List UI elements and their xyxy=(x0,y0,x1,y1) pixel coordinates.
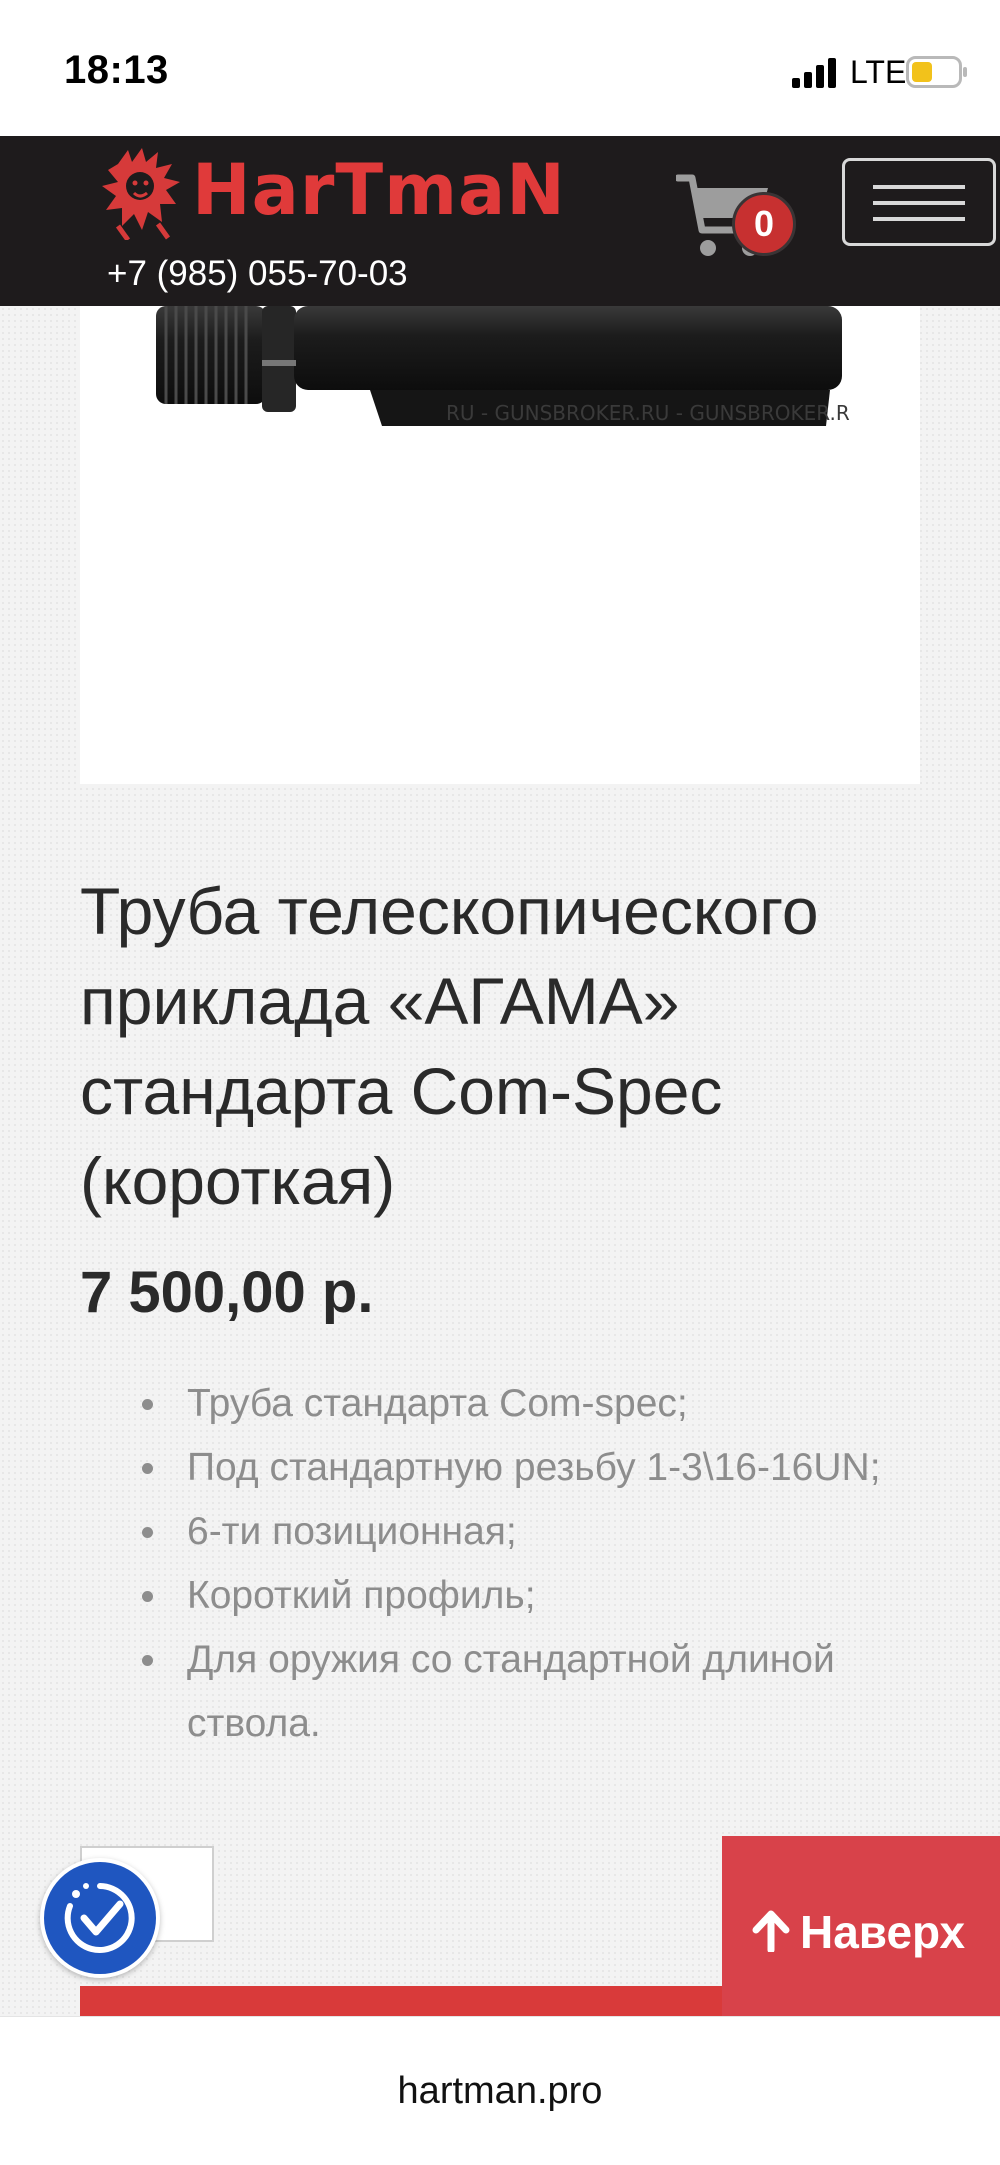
product-price: 7 500,00 р. xyxy=(80,1260,374,1325)
product-features-list: Труба стандарта Com-spec; Под стандартну… xyxy=(80,1372,920,1756)
battery-icon xyxy=(906,56,967,88)
browser-address-bar[interactable]: hartman.pro xyxy=(0,2016,1000,2165)
browser-url[interactable]: hartman.pro xyxy=(0,2069,1000,2113)
feature-item: Для оружия со стандартной длиной ствола. xyxy=(80,1628,920,1756)
scroll-to-top-button[interactable]: Наверх xyxy=(722,1836,1000,2016)
feature-item: Труба стандарта Com-spec; xyxy=(80,1372,920,1436)
feature-item: 6-ти позиционная; xyxy=(80,1500,920,1564)
product-photo[interactable]: RU - GUNSBROKER.RU - GUNSBROKER.RU xyxy=(150,306,850,436)
accessibility-icon xyxy=(64,1883,135,1953)
lion-logo-icon[interactable] xyxy=(98,146,188,240)
feature-item: Короткий профиль; xyxy=(80,1564,920,1628)
product-title: Труба телескопического приклада «АГАМА» … xyxy=(80,874,819,1218)
signal-icon xyxy=(792,58,836,88)
status-time: 18:13 xyxy=(64,48,169,92)
page: 18:13 LTE HarTmaN +7 (985) 055-70-03 0 R… xyxy=(0,0,1000,2165)
product-image-card: RU - GUNSBROKER.RU - GUNSBROKER.RU xyxy=(80,306,920,784)
header-phone-link[interactable]: +7 (985) 055-70-03 xyxy=(107,254,408,294)
cart-count-badge: 0 xyxy=(732,192,796,256)
brand-name[interactable]: HarTmaN xyxy=(192,150,566,230)
site-header: HarTmaN +7 (985) 055-70-03 0 xyxy=(0,136,1000,306)
feature-item: Под стандартную резьбу 1-3\16-16UN; xyxy=(80,1436,920,1500)
cart-button[interactable]: 0 xyxy=(676,172,806,272)
accessibility-button[interactable] xyxy=(40,1858,160,1978)
network-label: LTE xyxy=(850,54,907,90)
arrow-up-icon xyxy=(752,1910,790,1952)
status-bar: 18:13 LTE xyxy=(0,0,1000,136)
scroll-to-top-label: Наверх xyxy=(800,1906,966,1958)
hamburger-menu-button[interactable] xyxy=(842,158,996,246)
image-watermark: RU - GUNSBROKER.RU - GUNSBROKER.RU xyxy=(446,401,850,425)
